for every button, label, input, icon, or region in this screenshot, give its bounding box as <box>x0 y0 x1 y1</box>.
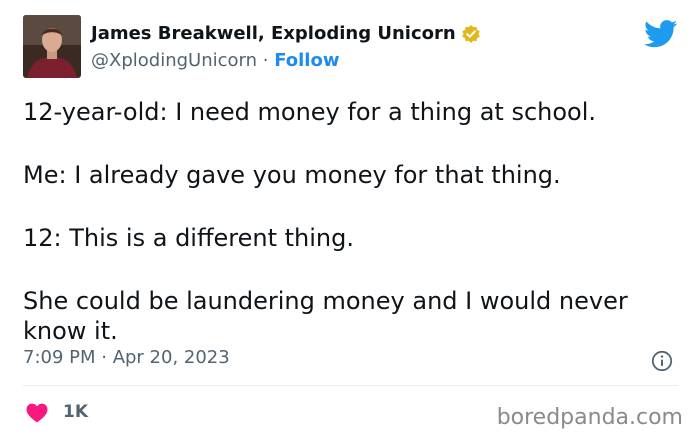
watermark: boredpanda.com <box>496 405 683 430</box>
tweet-line: She could be laundering money and I woul… <box>23 287 628 345</box>
verified-badge-icon <box>461 24 481 44</box>
info-icon[interactable] <box>651 350 673 372</box>
tweet-timestamp[interactable]: 7:09 PM · Apr 20, 2023 <box>23 347 230 368</box>
author-name[interactable]: James Breakwell, Exploding Unicorn <box>91 23 481 44</box>
heart-icon[interactable] <box>26 403 48 423</box>
tweet-line: 12: This is a different thing. <box>23 224 354 252</box>
handle-separator: · <box>257 50 275 71</box>
like-count[interactable]: 1K <box>63 402 88 422</box>
tweet-line: Me: I already gave you money for that th… <box>23 161 561 189</box>
follow-button[interactable]: Follow <box>274 50 339 71</box>
tweet-line: 12-year-old: I need money for a thing at… <box>23 98 597 126</box>
author-handle-row: @XplodingUnicorn · Follow <box>91 50 339 71</box>
twitter-bird-icon[interactable] <box>644 20 678 48</box>
avatar[interactable] <box>23 15 81 78</box>
tweet-text: 12-year-old: I need money for a thing at… <box>23 97 683 346</box>
divider <box>23 385 678 386</box>
author-handle[interactable]: @XplodingUnicorn <box>91 50 257 71</box>
author-name-text[interactable]: James Breakwell, Exploding Unicorn <box>91 23 456 44</box>
